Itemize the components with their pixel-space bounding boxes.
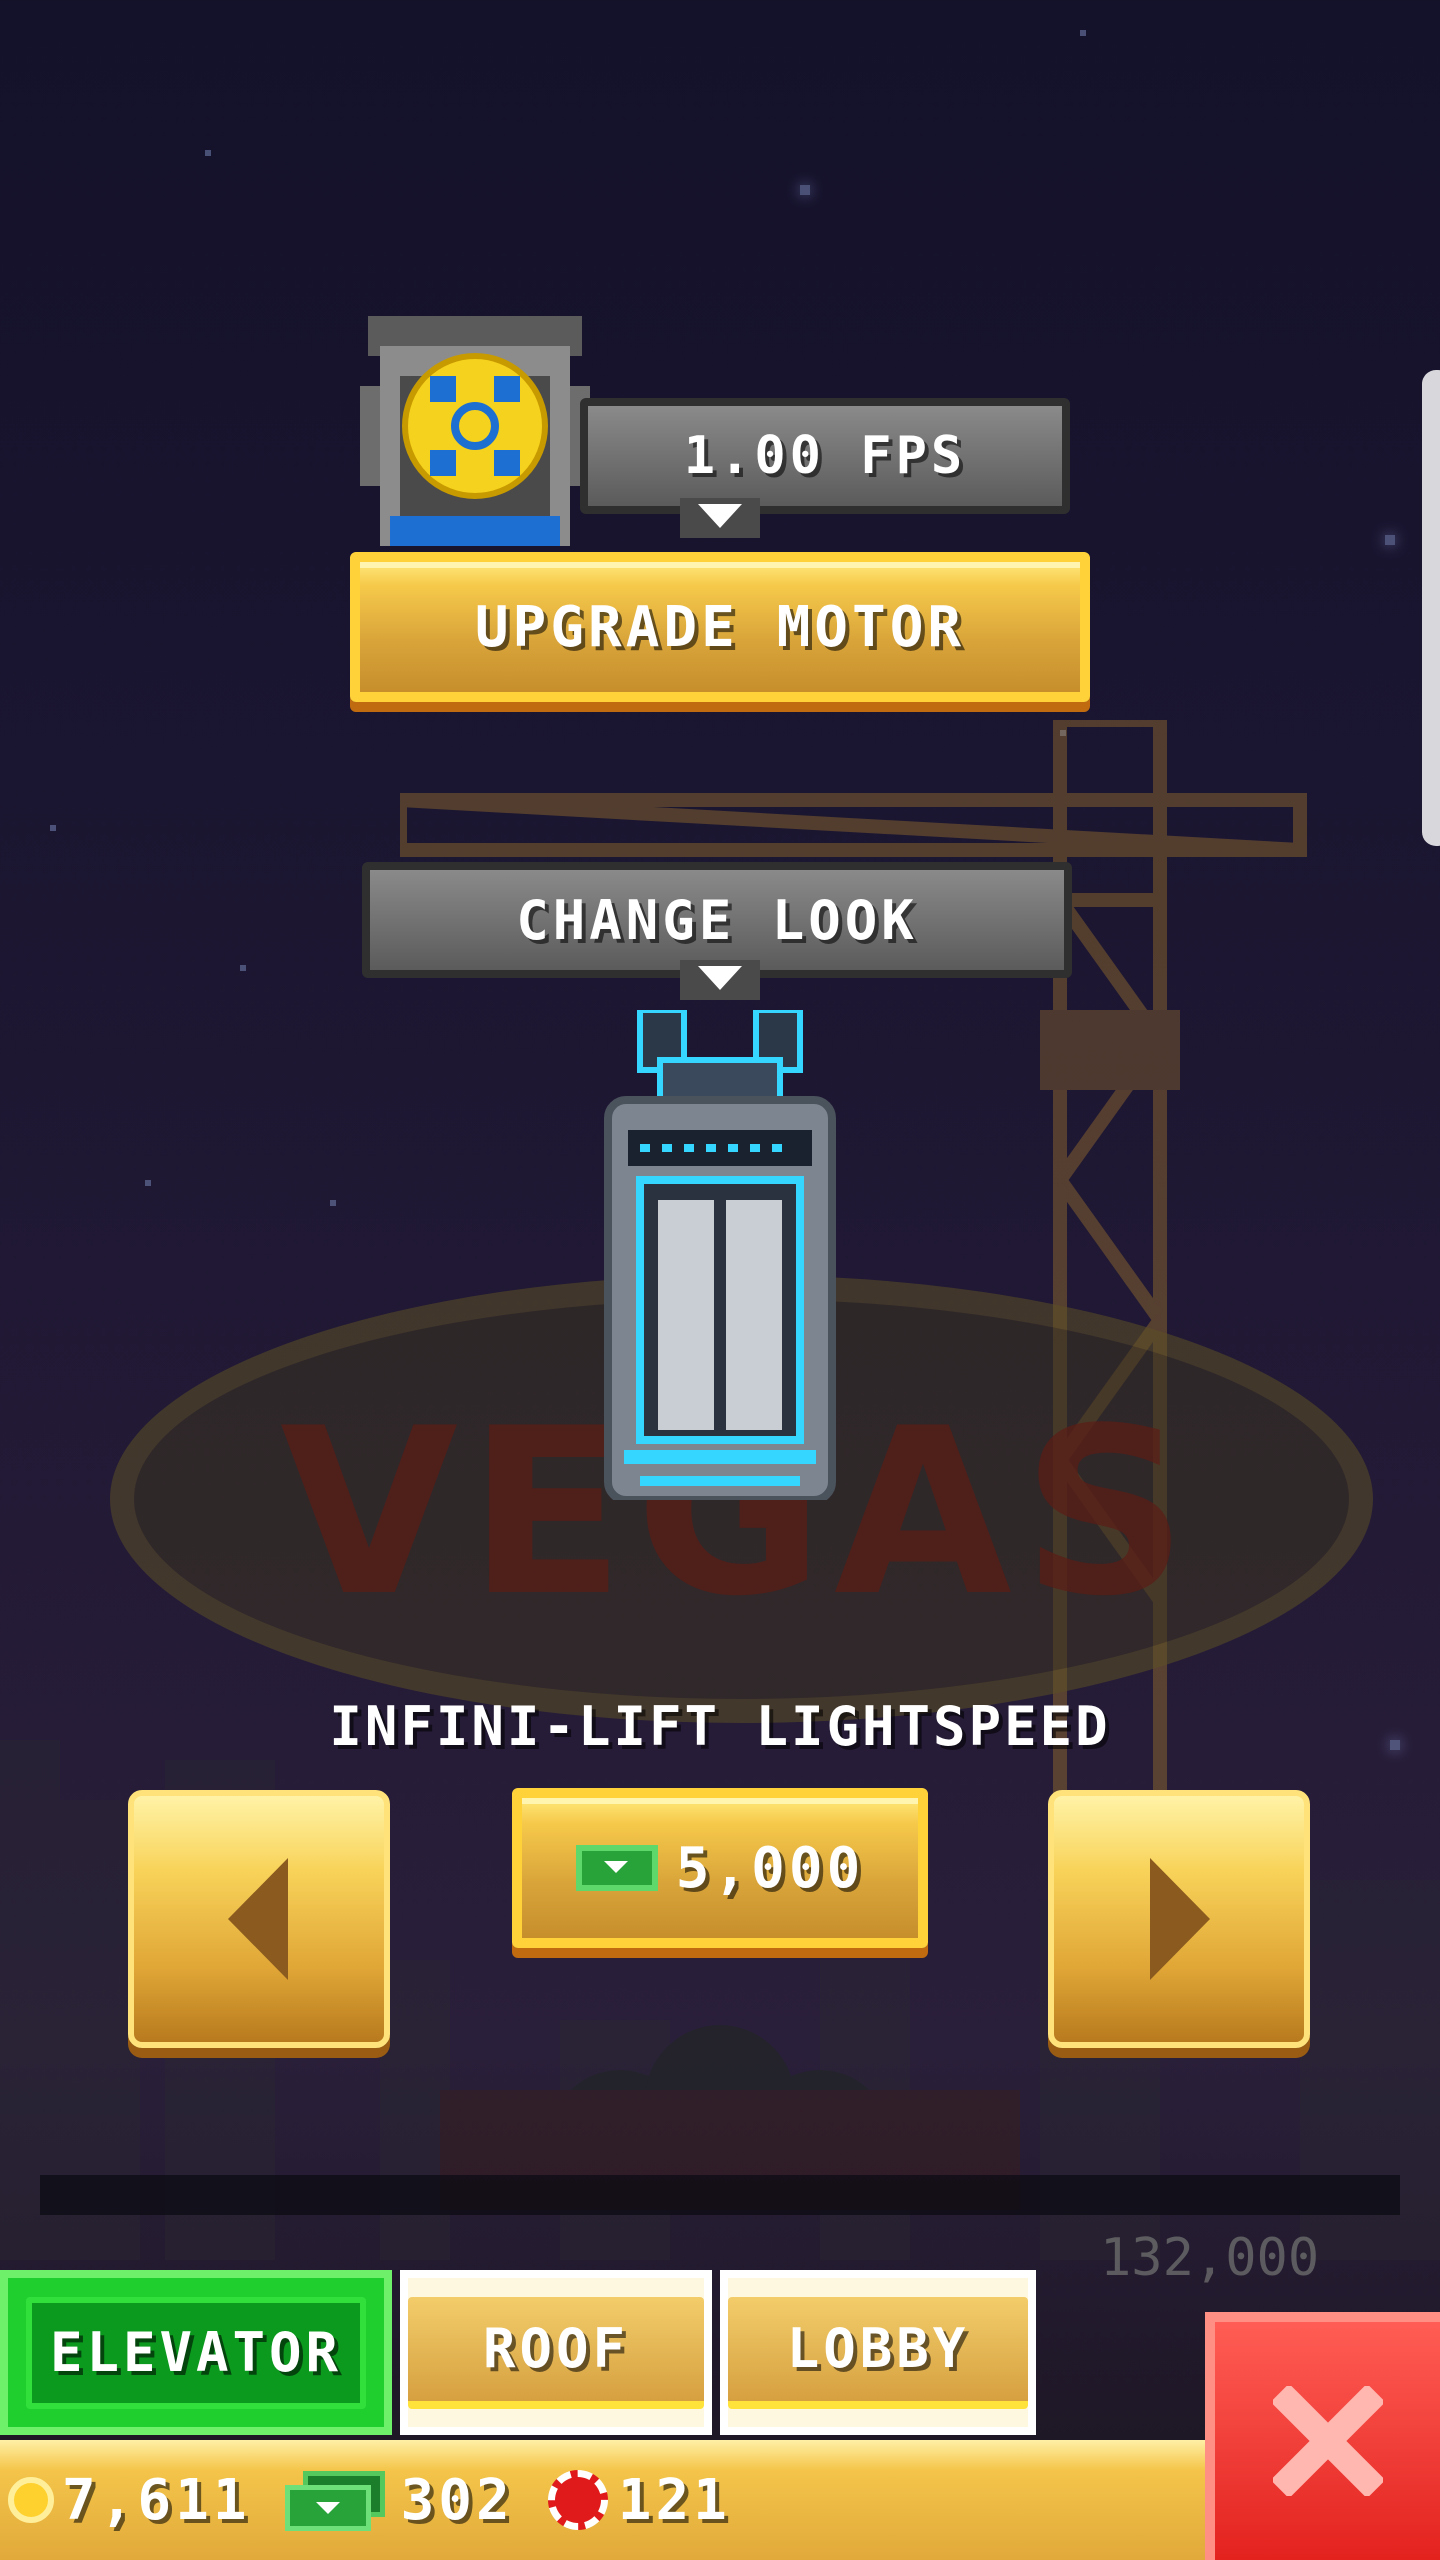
coins-value: 7,611 (62, 2467, 251, 2533)
tab-lobby[interactable]: LOBBY (720, 2270, 1036, 2435)
star (240, 965, 246, 971)
star (205, 150, 211, 156)
chips-value: 121 (617, 2467, 731, 2533)
previous-look-button[interactable] (128, 1790, 390, 2048)
bux-value: 302 (400, 2467, 514, 2533)
star (50, 825, 56, 831)
bux-icon (284, 2471, 385, 2531)
star (800, 185, 810, 195)
bux-icon (575, 1845, 658, 1891)
upgrade-motor-button[interactable]: UPGRADE MOTOR (350, 552, 1090, 702)
tab-roof[interactable]: ROOF (400, 2270, 712, 2435)
right-arrow-icon (1150, 1858, 1210, 1980)
tab-label: LOBBY (728, 2296, 1028, 2409)
next-look-button[interactable] (1048, 1790, 1310, 2048)
motor-wheel-icon (360, 316, 590, 546)
star (1385, 535, 1395, 545)
elevator-preview (604, 1010, 836, 1500)
tab-label: ELEVATOR (26, 2296, 366, 2409)
floor-divider (40, 2175, 1400, 2215)
down-arrow-icon (680, 498, 760, 538)
star (1080, 30, 1086, 36)
chips-counter: 121 (547, 2467, 731, 2533)
tab-label: ROOF (408, 2296, 704, 2409)
coins-counter: 7,611 (8, 2468, 251, 2533)
bux-counter: 302 (284, 2467, 514, 2533)
star (330, 1200, 336, 1206)
floor-number: 132,000 (1100, 2228, 1320, 2288)
coin-icon (8, 2477, 54, 2523)
tab-elevator[interactable]: ELEVATOR (0, 2270, 392, 2435)
star (145, 1180, 151, 1186)
side-tab-handle[interactable] (1422, 370, 1440, 846)
vip-chip-icon (547, 2470, 608, 2530)
elevator-name-label: INFINI-LIFT LIGHTSPEED (329, 1695, 1111, 1758)
close-x-icon (1272, 2386, 1383, 2496)
left-arrow-icon (228, 1858, 288, 1980)
price-label: 5,000 (675, 1835, 865, 1901)
close-button[interactable] (1205, 2312, 1440, 2560)
motor-speed-panel: 1.00 FPS (580, 398, 1070, 514)
currency-bar: 7,611 302 121 (0, 2440, 1205, 2560)
buy-look-button[interactable]: 5,000 (512, 1788, 928, 1948)
down-arrow-icon (680, 960, 760, 1000)
